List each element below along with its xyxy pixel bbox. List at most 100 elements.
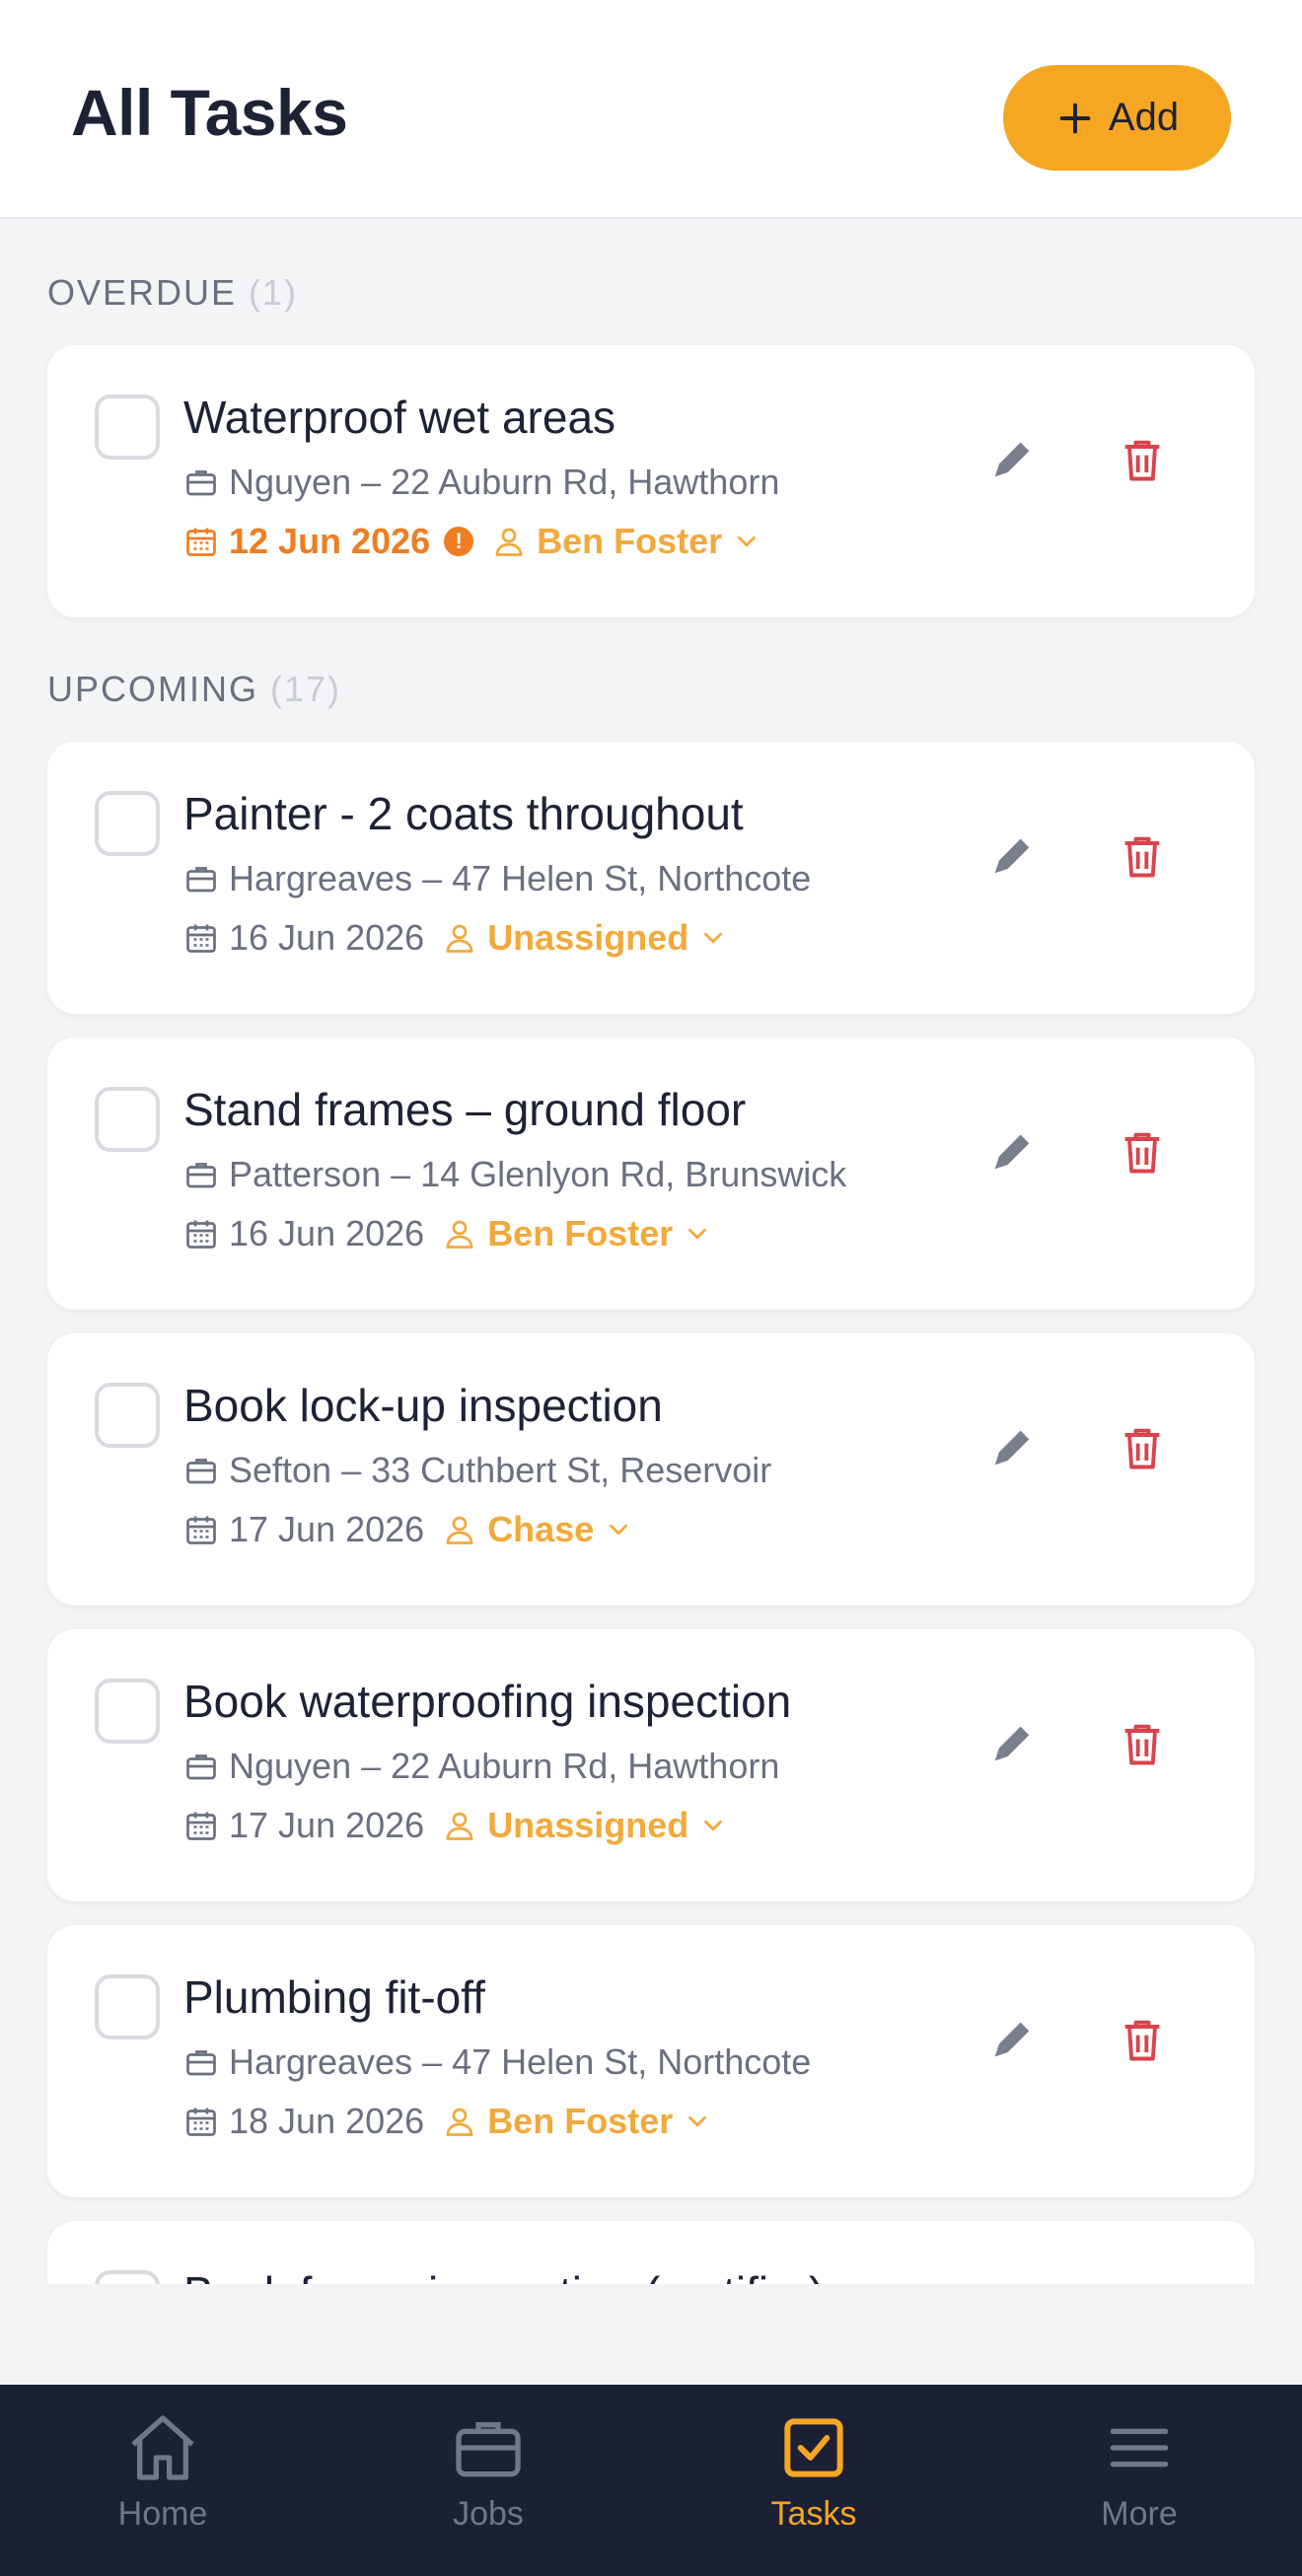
chevron-down-icon [704,1820,723,1831]
nav-item-tasks[interactable]: Tasks [651,2385,976,2576]
task-meta: 17 Jun 2026 Unassigned [183,1805,728,1846]
nav-item-home[interactable]: Home [0,2385,326,2576]
calendar-icon [186,528,216,556]
delete-button[interactable] [1105,1706,1180,1781]
delete-button[interactable] [1105,1410,1180,1485]
add-task-button[interactable]: Add [1003,65,1231,171]
plus-icon [1059,103,1091,133]
task-title: Waterproof wet areas [183,392,616,443]
assignee-dropdown[interactable]: Unassigned [442,917,728,959]
task-card[interactable]: Book waterproofing inspection Nguyen – 2… [47,1629,1255,1901]
pencil-icon [994,838,1030,874]
task-list[interactable]: OVERDUE (1) Waterproof wet areas Nguyen … [0,221,1302,2284]
edit-button[interactable] [975,422,1049,497]
assignee-dropdown[interactable]: Chase [442,1509,633,1550]
edit-button[interactable] [975,1706,1049,1781]
chevron-down-icon [704,932,723,944]
edit-button[interactable] [975,1114,1049,1189]
briefcase-icon [186,470,216,496]
job-text: Patterson – 14 Glenlyon Rd, Brunswick [229,1154,847,1194]
task-checkbox[interactable] [95,1383,160,1448]
task-title: Stand frames – ground floor [183,1084,747,1135]
section-count: (17) [270,669,342,709]
task-job: Hargreaves – 47 Helen St, Northcote [183,2041,811,2083]
briefcase-icon [186,1163,216,1188]
add-button-label: Add [1108,96,1180,139]
person-icon [446,1516,473,1544]
task-job: Patterson – 14 Glenlyon Rd, Brunswick [183,1154,846,1195]
assignee-name: Ben Foster [487,2101,674,2141]
task-checkbox[interactable] [95,1679,160,1744]
home-icon [131,2415,194,2480]
person-icon [446,1812,473,1840]
pencil-icon [994,1134,1030,1170]
task-job: Hargreaves – 47 Helen St, Northcote [183,858,811,899]
briefcase-icon [186,867,216,893]
assignee-name: Unassigned [487,1805,689,1845]
briefcase-icon [186,1459,216,1484]
nav-label: Home [117,2495,208,2533]
task-title: Plumbing fit-off [183,1971,485,2023]
job-text: Hargreaves – 47 Helen St, Northcote [229,2041,812,2082]
assignee-dropdown[interactable]: Ben Foster [491,521,761,562]
assignee-name: Unassigned [487,917,689,958]
task-checkbox[interactable] [95,2270,160,2284]
task-title: Book lock-up inspection [183,1380,663,1431]
task-meta: 16 Jun 2026 Ben Foster [183,1213,712,1254]
nav-item-more[interactable]: More [976,2385,1302,2576]
briefcase-icon [186,2050,216,2076]
due-date: 16 Jun 2026 [229,917,425,958]
delete-button[interactable] [1105,422,1180,497]
edit-button[interactable] [975,2002,1049,2077]
task-card[interactable]: Waterproof wet areas Nguyen – 22 Auburn … [47,345,1255,617]
task-title: Book waterproofing inspection [183,1676,792,1727]
briefcase-icon [456,2422,521,2477]
task-title: Book frame inspection (certifier) [183,2266,824,2284]
nav-item-jobs[interactable]: Jobs [326,2385,651,2576]
due-date: 16 Jun 2026 [229,1213,425,1253]
pencil-icon [994,1726,1030,1761]
task-card[interactable]: Plumbing fit-off Hargreaves – 47 Helen S… [47,1925,1255,2197]
briefcase-icon [186,1754,216,1780]
nav-label: Tasks [770,2495,857,2533]
edit-button[interactable] [975,1410,1049,1485]
pencil-icon [994,2022,1030,2057]
task-checkbox[interactable] [95,1974,160,2039]
chevron-down-icon [610,1524,628,1536]
person-icon [446,924,473,953]
section-header-overdue: OVERDUE (1) [47,272,298,314]
assignee-dropdown[interactable]: Ben Foster [442,1213,712,1254]
page-title: All Tasks [71,76,348,149]
due-date: 12 Jun 2026 [229,521,431,561]
delete-button[interactable] [1105,2002,1180,2077]
calendar-icon [186,1220,216,1249]
assignee-dropdown[interactable]: Ben Foster [442,2101,712,2142]
task-checkbox[interactable] [95,791,160,856]
task-card[interactable]: Painter - 2 coats throughout Hargreaves … [47,742,1255,1014]
menu-icon [1110,2428,1169,2468]
job-text: Nguyen – 22 Auburn Rd, Hawthorn [229,462,780,502]
task-job: Nguyen – 22 Auburn Rd, Hawthorn [183,1746,779,1787]
task-card[interactable]: Stand frames – ground floor Patterson – … [47,1038,1255,1310]
task-job: Nguyen – 22 Auburn Rd, Hawthorn [183,462,779,503]
delete-button[interactable] [1105,819,1180,894]
nav-label: More [1101,2495,1178,2533]
task-title: Painter - 2 coats throughout [183,788,744,839]
calendar-icon [186,1516,216,1544]
chevron-down-icon [688,2115,707,2127]
task-checkbox[interactable] [95,1087,160,1152]
assignee-dropdown[interactable]: Unassigned [442,1805,728,1846]
person-icon [495,528,523,556]
section-label: OVERDUE [47,272,238,313]
task-card[interactable]: Book lock-up inspection Sefton – 33 Cuth… [47,1333,1255,1606]
edit-button[interactable] [975,819,1049,894]
trash-icon [1124,440,1160,481]
task-card[interactable]: Book frame inspection (certifier) [47,2221,1255,2284]
chevron-down-icon [738,536,757,547]
delete-button[interactable] [1105,1114,1180,1189]
trash-icon [1124,836,1160,878]
due-date: 18 Jun 2026 [229,2101,425,2141]
task-job: Sefton – 33 Cuthbert St, Reservoir [183,1450,771,1491]
trash-icon [1124,2020,1160,2061]
task-checkbox[interactable] [95,394,160,460]
